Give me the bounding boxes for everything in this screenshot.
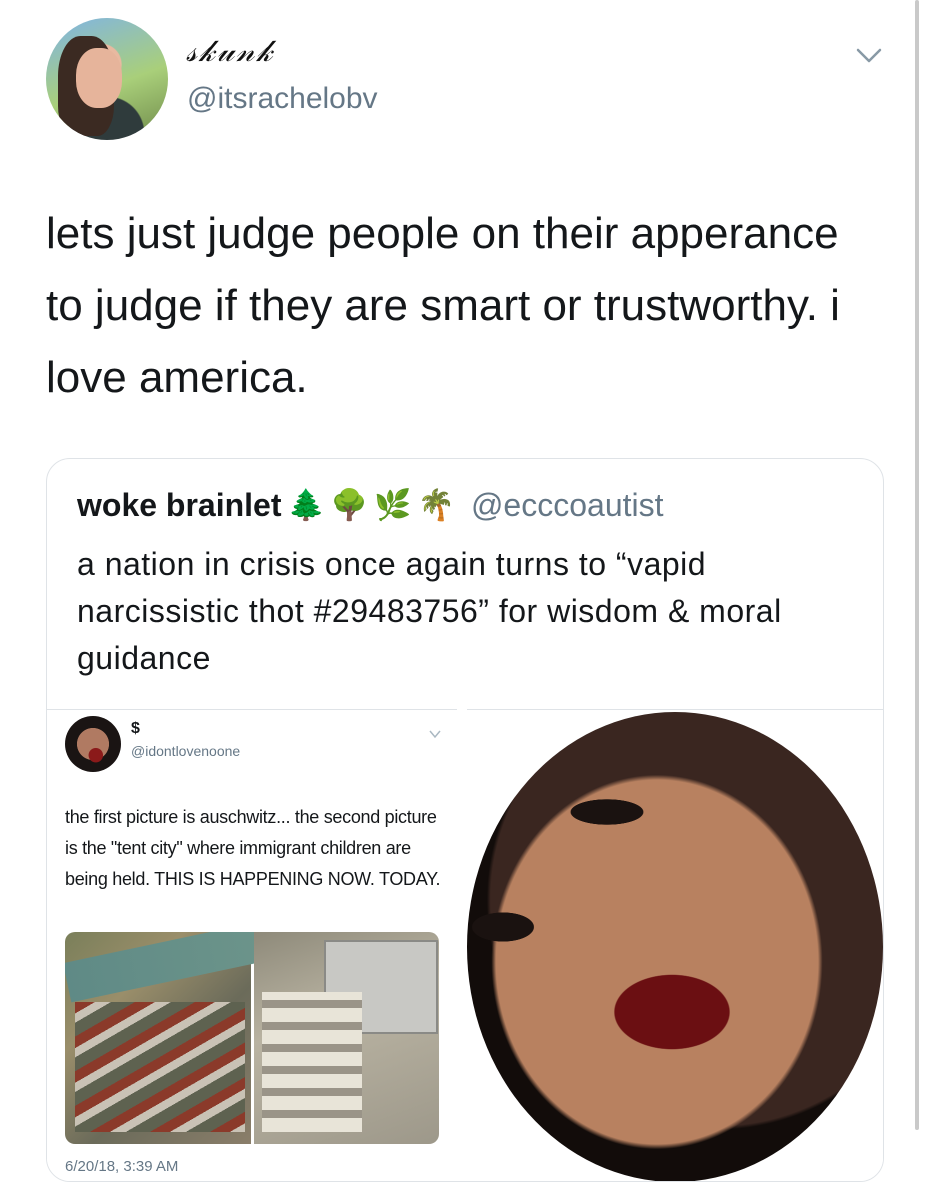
quoted-handle: @ecccoautist: [470, 486, 664, 523]
evergreen-tree-icon: 🌲: [287, 488, 325, 522]
quoted-tweet-header: woke brainlet 🌲 🌳 🌿 🌴 @ecccoautist: [77, 483, 664, 527]
herb-icon: 🌿: [374, 488, 412, 522]
barracks-rows: [75, 1002, 245, 1132]
tent-rows: [261, 992, 362, 1132]
embedded-tweet-screenshot[interactable]: $ @idontlovenoone the first picture is a…: [47, 709, 457, 1181]
tweet-text: lets just judge people on their apperanc…: [46, 209, 840, 402]
embedded-tweet-text: the first picture is auschwitz... the se…: [65, 807, 441, 889]
aerial-photo-camp: [65, 932, 267, 1144]
chevron-down-icon[interactable]: [856, 46, 882, 66]
embedded-display-name: $: [131, 720, 140, 737]
quoted-tweet-text: a nation in crisis once again turns to “…: [77, 546, 782, 676]
aerial-photo-tent-city: [253, 932, 439, 1144]
embedded-avatar: [65, 716, 121, 772]
deciduous-tree-icon: 🌳: [330, 488, 369, 522]
embedded-photos: [65, 932, 439, 1144]
palm-tree-icon: 🌴: [417, 488, 455, 522]
avatar-face: [76, 48, 122, 108]
embedded-handle: @idontlovenoone: [131, 743, 241, 759]
user-handle[interactable]: @itsrachelobv: [187, 82, 378, 116]
quoted-display-name: woke brainlet: [77, 486, 282, 523]
circular-selfie-image: [467, 712, 883, 1181]
chevron-down-icon: [429, 730, 441, 739]
display-name[interactable]: 𝓈𝓀𝓊𝓃𝓀: [186, 34, 275, 69]
quoted-tweet[interactable]: woke brainlet 🌲 🌳 🌿 🌴 @ecccoautist a nat…: [46, 458, 884, 1182]
scrollbar[interactable]: [915, 0, 919, 1130]
selfie-photo[interactable]: [467, 709, 883, 1181]
avatar[interactable]: [46, 18, 168, 140]
river-shape: [65, 932, 267, 1003]
embedded-timestamp: 6/20/18, 3:39 AM: [65, 1158, 179, 1175]
